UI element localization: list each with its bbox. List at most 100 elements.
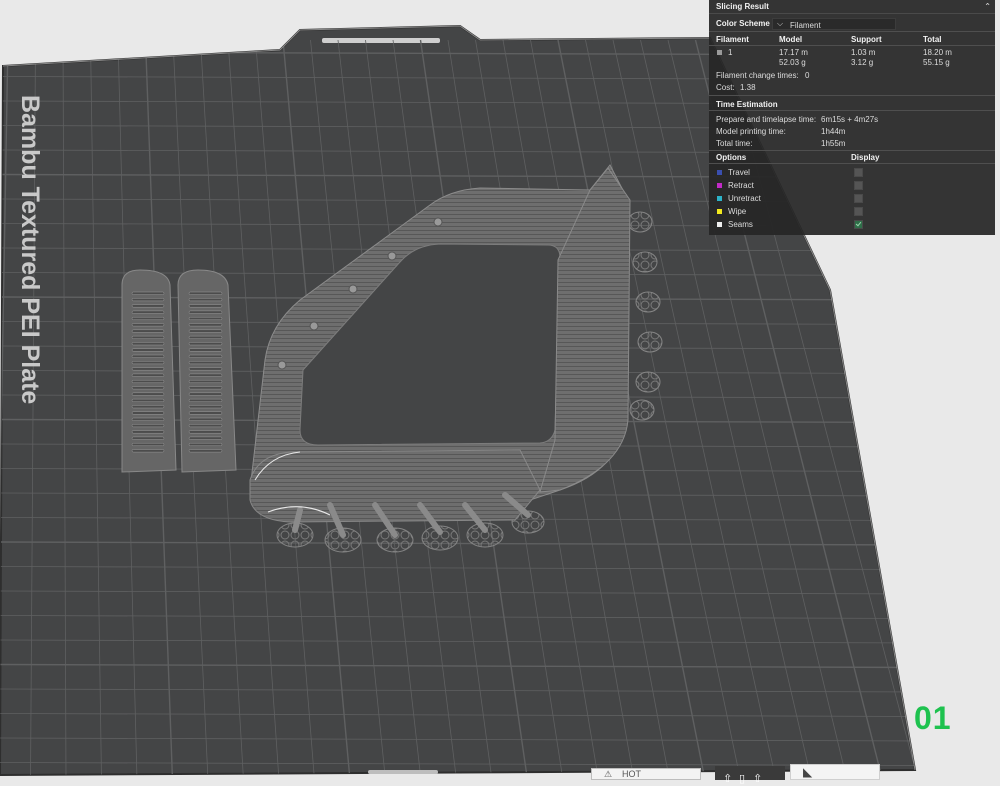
strap-slot [188,379,223,384]
model-time-value: 1h44m [821,127,846,136]
support-length: 1.03 m [851,48,876,57]
move-up-icon[interactable]: ⇧ [723,772,732,786]
strap-slot [188,361,223,365]
strap-slot [188,342,223,346]
col-header-total: Total [923,35,942,44]
strap-slot [188,411,223,415]
model-time-label: Model printing time: [716,127,786,136]
strap-slot [131,417,165,421]
layer-up-icon[interactable]: ⇧ [753,772,762,786]
option-color-swatch [717,222,722,227]
strap-slot [131,316,165,321]
strap-slot [188,304,223,308]
color-scheme-value: Filament [790,20,821,30]
total-length: 18.20 m [923,48,952,57]
strap-slot [188,335,223,339]
strap-slot [131,392,165,396]
option-display-checkbox[interactable] [854,220,863,229]
total-time-value: 1h55m [821,139,846,148]
option-label: Travel [728,168,750,177]
strap-slot [131,386,165,390]
strap-slot [131,436,165,440]
strap-slot [188,449,223,453]
view-mode-button[interactable]: ◣ [790,764,880,780]
option-label: Wipe [728,207,747,216]
strap-slot [131,291,165,295]
option-display-checkbox[interactable] [854,194,863,203]
filament-change-label: Filament change times: [716,71,799,80]
strap-slot [131,310,165,314]
strap-slot [188,436,223,440]
strap-slot [188,323,223,327]
strap-slot [188,354,223,358]
prepare-time-value: 6m15s + 4m27s [821,115,879,124]
strap-slot [131,449,165,453]
strap-slot [131,298,165,302]
options-header: Options [716,153,747,162]
strap-slot [131,354,165,358]
filament-index: 1 [728,48,733,57]
plate-handle [322,38,440,43]
strap-slot [131,398,165,402]
panel-title: Slicing Result [716,2,769,11]
strap-slot [131,430,165,434]
bottom-toolbar: ⚠ HOT ⇧ ▯ ⇧ ◣ [0,760,1000,785]
collapse-icon[interactable]: ⌃ [984,0,991,13]
strap-slot [131,411,165,415]
prepare-time-label: Prepare and timelapse time: [716,115,817,124]
option-display-checkbox[interactable] [854,168,863,177]
total-time-label: Total time: [716,139,753,148]
total-weight: 55.15 g [923,58,950,67]
time-estimation-title: Time Estimation [716,100,778,109]
strap-slot [188,442,223,447]
cost-value: 1.38 [740,83,756,92]
strap-slot [131,329,165,333]
col-header-filament: Filament [716,35,749,44]
strap-slot [131,361,165,365]
strap-part-left [121,269,177,473]
plate-number: 01 [914,700,952,736]
strap-slot [188,367,223,371]
strap-slot [188,316,223,321]
strap-slot [188,398,223,402]
strap-part-right [177,269,237,473]
page-icon[interactable]: ▯ [739,772,745,786]
strap-slot [188,417,223,421]
option-color-swatch [717,170,722,175]
chevron-down-icon: ⌵ [777,19,784,28]
strap-slot [188,329,223,333]
plate-name-label: Bambu Textured PEI Plate [16,95,44,404]
strap-slot [188,348,223,352]
strap-slot [188,373,223,377]
color-scheme-dropdown[interactable]: ⌵ Filament [772,18,896,30]
strap-slot [131,304,165,308]
layer-input[interactable]: ⚠ HOT [591,768,701,780]
strap-slot [188,424,223,428]
support-weight: 3.12 g [851,58,874,67]
filament-color-swatch [717,50,722,55]
strap-slot [131,379,165,384]
option-color-swatch [717,183,722,188]
option-label: Unretract [728,194,761,203]
option-color-swatch [717,196,722,201]
model-length: 17.17 m [779,48,808,57]
panel-header[interactable]: Slicing Result ⌃ [709,0,995,14]
option-display-checkbox[interactable] [854,181,863,190]
layer-slider-handle[interactable] [368,770,438,774]
strap-slot [131,367,165,371]
strap-slot [188,291,223,295]
option-label: Retract [728,181,754,190]
col-header-support: Support [851,35,882,44]
option-display-checkbox[interactable] [854,207,863,216]
strap-slot [131,373,165,377]
strap-slot [131,323,165,327]
strap-slot [131,424,165,428]
strap-slot [131,405,165,409]
strap-slot [188,405,223,409]
strap-slot [188,310,223,314]
option-label: Seams [728,220,753,229]
strap-slot [188,392,223,396]
strap-slot [188,386,223,390]
display-header: Display [851,153,880,162]
model-weight: 52.03 g [779,58,806,67]
